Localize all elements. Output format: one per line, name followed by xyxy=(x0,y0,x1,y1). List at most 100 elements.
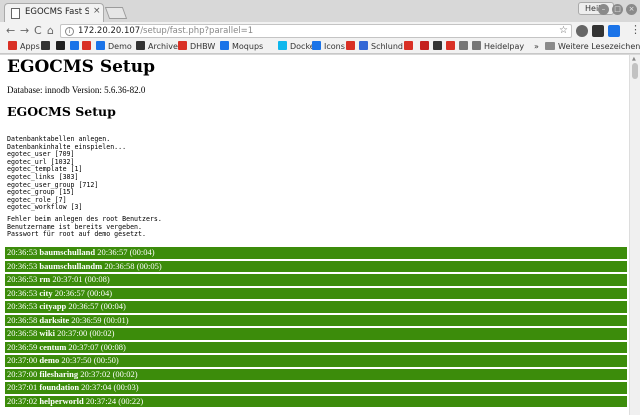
site-name: cityapp xyxy=(39,301,67,311)
bookmark-heidelpay[interactable]: Heidelpay xyxy=(472,41,524,53)
extension-dark-icon[interactable] xyxy=(592,25,604,37)
scroll-thumb[interactable] xyxy=(632,63,638,79)
bookmark-label: Icons xyxy=(324,42,345,51)
site-row: 20:36:59 centum 20:37:07 (00:08) xyxy=(5,341,627,353)
browser-tab[interactable]: EGOCMS Fast Setu × xyxy=(4,3,104,22)
site-row: 20:37:01 foundation 20:37:04 (00:03) xyxy=(5,382,627,394)
site-name: darksite xyxy=(39,314,70,325)
start-time: 20:36:53 xyxy=(7,287,38,298)
extension-gear-icon[interactable] xyxy=(576,25,588,37)
bookmark-weitere-lesezeichen[interactable]: Weitere Lesezeichen xyxy=(545,41,640,53)
duration: (00:08) xyxy=(84,274,110,284)
bookmark-item-4[interactable] xyxy=(82,41,94,53)
duration: (00:01) xyxy=(103,314,129,325)
close-window-icon[interactable]: × xyxy=(626,4,637,15)
end-time: 20:37:02 xyxy=(80,368,111,379)
bookmark-item-2[interactable] xyxy=(56,41,68,53)
site-row: 20:36:53 baumschullandm 20:36:58 (00:05) xyxy=(5,260,627,272)
setup-log: Datenbanktabellen anlegen. Datenbankinhal… xyxy=(7,135,126,212)
bookmark-doc-icon xyxy=(459,41,468,50)
folder-icon xyxy=(545,42,555,50)
duration: (00:04) xyxy=(87,287,113,298)
navigation-bar: ← → C ⌂ i 172.20.20.107/setup/fast.php?p… xyxy=(0,22,640,40)
tab-title: EGOCMS Fast Setu xyxy=(25,7,89,17)
duration: (00:02) xyxy=(112,368,138,379)
title-bar: EGOCMS Fast Setu × Heiko – □ × xyxy=(0,0,640,22)
end-time: 20:36:57 xyxy=(54,287,85,298)
bookmark-b-icon xyxy=(404,41,413,50)
url-text[interactable]: 172.20.20.107/setup/fast.php?parallel=1 xyxy=(78,26,253,36)
bookmark-red-icon xyxy=(82,41,91,50)
scrollbar[interactable]: ▲ xyxy=(629,55,640,415)
bookmark-label: Demo xyxy=(108,42,132,51)
bookmark-label: Archive xyxy=(148,42,178,51)
end-time: 20:37:01 xyxy=(52,274,83,284)
site-name: centum xyxy=(39,341,67,352)
bookmark-label: Weitere Lesezeichen xyxy=(558,42,640,51)
page-content: EGOCMS Setup Database: innodb Version: 5… xyxy=(0,55,629,415)
bookmark-item-14[interactable] xyxy=(420,41,432,53)
error-messages: Fehler beim anlegen des root Benutzers. B… xyxy=(7,215,162,239)
site-name: demo xyxy=(39,355,60,365)
bookmark-item-13[interactable] xyxy=(404,41,416,53)
reload-icon[interactable]: C xyxy=(34,24,42,38)
tab-close-icon[interactable]: × xyxy=(93,6,101,16)
page-subtitle: EGOCMS Setup xyxy=(7,104,116,119)
bookmark-item-3[interactable] xyxy=(70,41,82,53)
forward-icon[interactable]: → xyxy=(20,24,29,38)
start-time: 20:37:01 xyxy=(7,382,38,392)
bookmark-label: Apps xyxy=(20,42,40,51)
start-time: 20:36:58 xyxy=(7,328,38,338)
site-name: baumschullandm xyxy=(39,260,103,271)
bookmarks-bar: Apps Demo Archive DHBW Moqups Docker Icons Schl… xyxy=(0,40,640,54)
more-bookmarks-icon[interactable]: » xyxy=(534,41,539,53)
start-time: 20:36:58 xyxy=(7,314,38,325)
maximize-icon[interactable]: □ xyxy=(612,4,623,15)
bookmark-star-icon[interactable]: ☆ xyxy=(559,25,568,36)
bookmark-item-15[interactable] xyxy=(433,41,445,53)
bookmark-dark-icon xyxy=(433,41,442,50)
info-icon[interactable]: i xyxy=(65,27,74,36)
menu-icon[interactable]: ⋮ xyxy=(630,24,640,36)
icons-icon xyxy=(312,41,321,50)
bookmark-p-icon xyxy=(56,41,65,50)
dhbw-icon xyxy=(178,41,187,50)
end-time: 20:37:24 xyxy=(85,395,117,406)
bookmark-item-1[interactable] xyxy=(41,41,53,53)
apps-grid-icon xyxy=(8,41,17,50)
bookmark-dhbw[interactable]: DHBW xyxy=(178,41,215,53)
duration: (00:50) xyxy=(93,355,119,365)
address-bar[interactable]: i 172.20.20.107/setup/fast.php?parallel=… xyxy=(60,24,572,38)
site-name: baumschulland xyxy=(39,247,96,257)
extension-p-icon[interactable] xyxy=(608,25,620,37)
site-name: filesharing xyxy=(39,368,79,379)
home-icon[interactable]: ⌂ xyxy=(47,24,54,38)
bookmark-item-16[interactable] xyxy=(446,41,458,53)
heidelpay-icon xyxy=(472,41,481,50)
site-row: 20:36:58 darksite 20:36:59 (00:01) xyxy=(5,314,627,326)
bookmark-item-17[interactable] xyxy=(459,41,471,53)
bookmark-icons[interactable]: Icons xyxy=(312,41,345,53)
back-icon[interactable]: ← xyxy=(6,24,15,38)
bookmark-archive[interactable]: Archive xyxy=(136,41,178,53)
bookmark-demo[interactable]: Demo xyxy=(96,41,132,53)
site-list: 20:36:53 baumschulland 20:36:57 (00:04) 2… xyxy=(5,247,627,409)
end-time: 20:37:00 xyxy=(57,328,88,338)
end-time: 20:36:57 xyxy=(68,301,99,311)
duration: (00:04) xyxy=(100,301,126,311)
start-time: 20:36:53 xyxy=(7,260,38,271)
new-tab-button[interactable] xyxy=(104,7,128,19)
url-path: /setup/fast.php?parallel=1 xyxy=(140,26,254,36)
end-time: 20:37:50 xyxy=(61,355,92,365)
error-line: Passwort für root auf demo gesetzt. xyxy=(7,230,146,239)
scroll-up-icon[interactable]: ▲ xyxy=(632,56,636,62)
duration: (00:08) xyxy=(100,341,126,352)
bookmark-moqups[interactable]: Moqups xyxy=(220,41,263,53)
minimize-icon[interactable]: – xyxy=(598,4,609,15)
site-row: 20:36:53 cityapp 20:36:57 (00:04) xyxy=(5,301,627,313)
duration: (00:22) xyxy=(118,395,144,406)
bookmark-item-11[interactable] xyxy=(346,41,358,53)
bookmark-apps[interactable]: Apps xyxy=(8,41,40,53)
bookmark-schlund[interactable]: Schlund xyxy=(359,41,403,53)
end-time: 20:36:58 xyxy=(104,260,135,271)
